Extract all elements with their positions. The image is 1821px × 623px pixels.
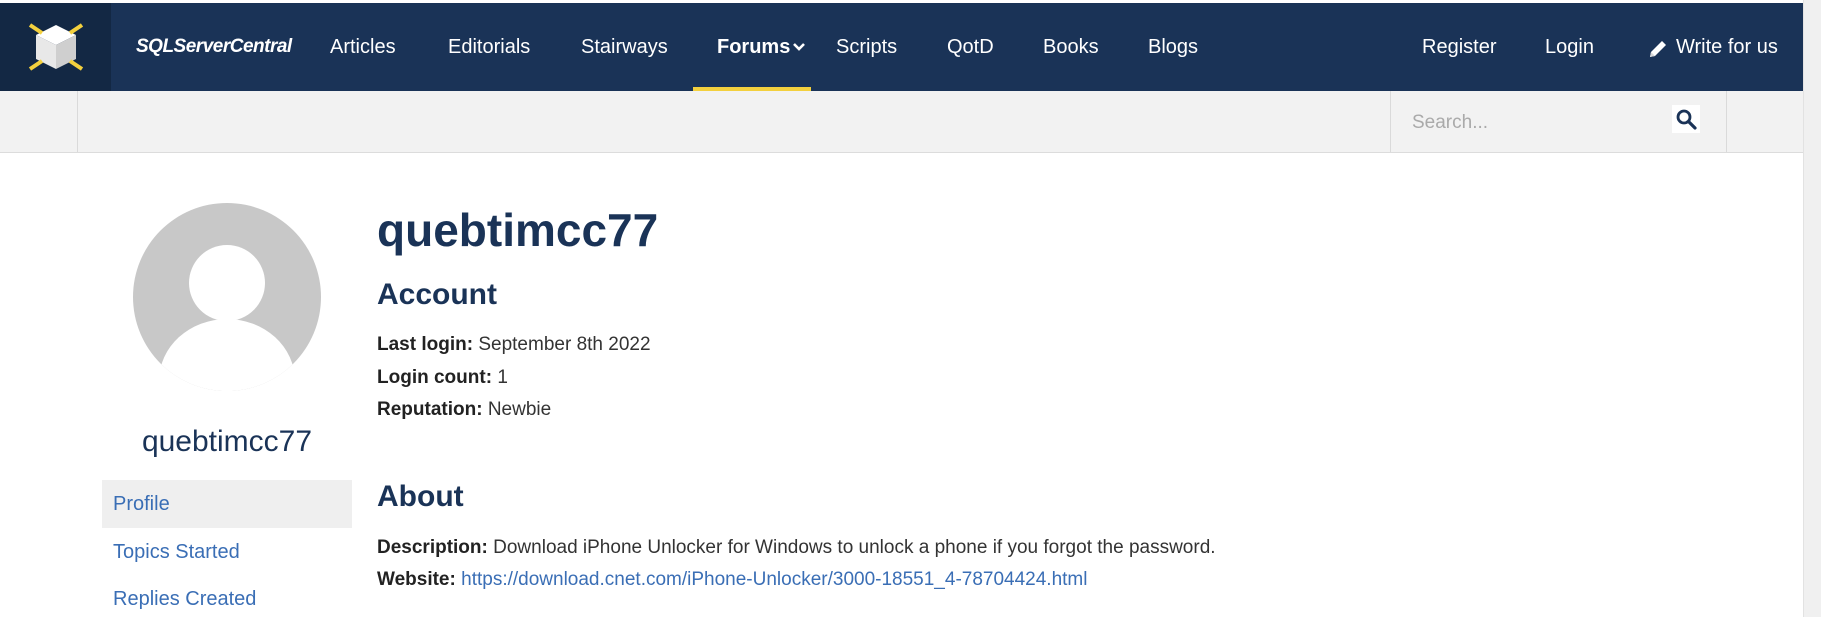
page-scrollbar[interactable] — [1803, 0, 1821, 617]
website-label: Website: — [377, 569, 456, 590]
cube-logo-icon — [28, 23, 83, 71]
subbar-divider — [1726, 91, 1727, 152]
nav-articles[interactable]: Articles — [330, 3, 396, 91]
brand-name[interactable]: SQLServerCentral — [136, 3, 292, 91]
last-login-value: September 8th 2022 — [478, 334, 651, 355]
nav-stairways[interactable]: Stairways — [581, 3, 668, 91]
login-count-value: 1 — [497, 367, 508, 388]
search-icon — [1676, 109, 1697, 130]
reputation-row: Reputation: Newbie — [377, 398, 551, 422]
search-button[interactable] — [1672, 105, 1700, 133]
search-input[interactable] — [1410, 105, 1654, 141]
description-label: Description: — [377, 537, 488, 558]
sidebar-item-profile[interactable]: Profile — [102, 480, 352, 528]
login-count-row: Login count: 1 — [377, 366, 508, 390]
nav-books[interactable]: Books — [1043, 3, 1099, 91]
login-count-label: Login count: — [377, 367, 493, 388]
nav-qotd[interactable]: QotD — [947, 3, 994, 91]
page-title: quebtimcc77 — [377, 204, 659, 256]
nav-editorials[interactable]: Editorials — [448, 3, 530, 91]
nav-scripts[interactable]: Scripts — [836, 3, 897, 91]
sidebar-username: quebtimcc77 — [141, 425, 313, 458]
website-row: Website: https://download.cnet.com/iPhon… — [377, 568, 1087, 592]
user-silhouette-icon — [159, 245, 295, 391]
top-navigation-bar: SQLServerCentral Articles Editorials Sta… — [0, 3, 1803, 91]
site-logo[interactable] — [0, 3, 111, 91]
subbar-divider — [1390, 91, 1391, 152]
nav-forums[interactable]: Forums — [717, 3, 790, 91]
reputation-label: Reputation: — [377, 399, 483, 420]
account-heading: Account — [377, 278, 497, 311]
chevron-down-icon[interactable] — [792, 42, 806, 52]
description-row: Description: Download iPhone Unlocker fo… — [377, 536, 1216, 560]
subbar-divider — [77, 91, 78, 152]
login-link[interactable]: Login — [1545, 3, 1594, 91]
avatar — [133, 203, 321, 391]
about-heading: About — [377, 480, 464, 513]
last-login-label: Last login: — [377, 334, 474, 355]
write-for-us-link[interactable]: Write for us — [1676, 3, 1778, 91]
pencil-icon[interactable] — [1647, 38, 1669, 60]
reputation-value: Newbie — [487, 399, 552, 420]
search-bar-strip — [0, 91, 1803, 153]
description-value: Download iPhone Unlocker for Windows to … — [493, 537, 1216, 558]
nav-blogs[interactable]: Blogs — [1148, 3, 1198, 91]
website-link[interactable]: https://download.cnet.com/iPhone-Unlocke… — [461, 569, 1087, 590]
sidebar-item-topics-started[interactable]: Topics Started — [102, 528, 352, 576]
last-login-row: Last login: September 8th 2022 — [377, 333, 651, 357]
register-link[interactable]: Register — [1422, 3, 1496, 91]
sidebar-item-replies-created[interactable]: Replies Created — [102, 575, 352, 623]
